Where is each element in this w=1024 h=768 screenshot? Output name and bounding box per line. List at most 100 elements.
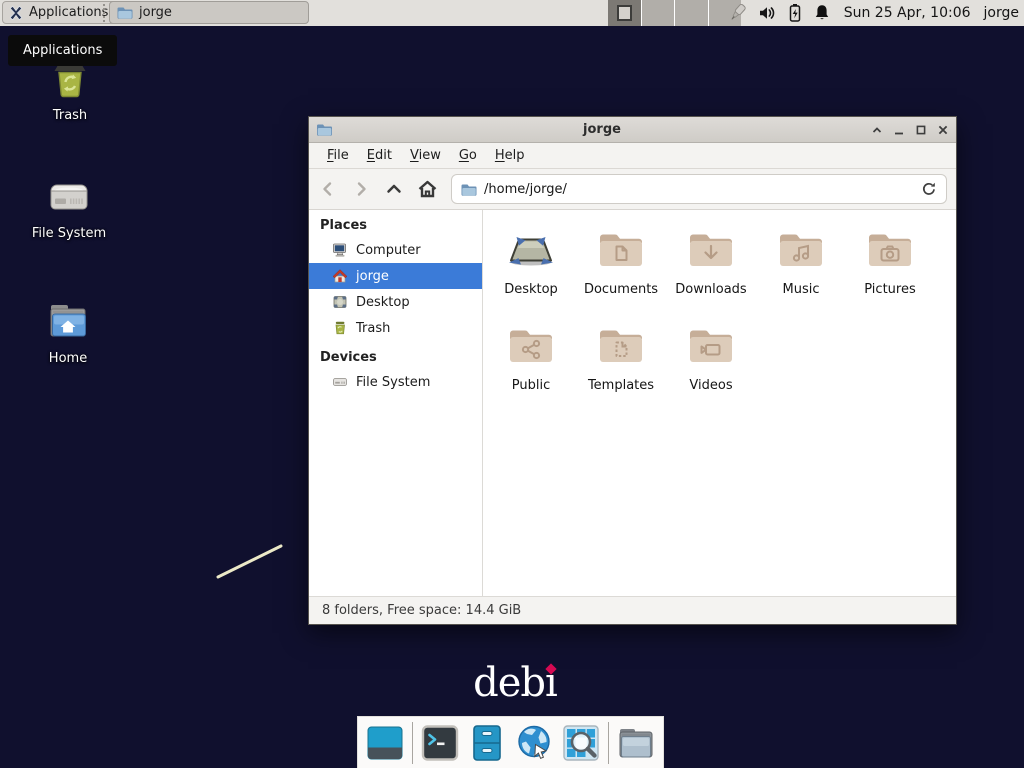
window-title: jorge: [333, 122, 871, 137]
debian-logo-text: deb: [473, 660, 545, 706]
path-text: /home/jorge/: [484, 182, 567, 197]
volume-icon[interactable]: [757, 3, 777, 23]
application-finder-icon[interactable]: [561, 723, 601, 763]
drive-mini-icon: [332, 374, 348, 390]
applications-menu-label: Applications: [29, 5, 108, 20]
sidebar-item-label: Desktop: [356, 295, 410, 310]
folder-item-pictures[interactable]: Pictures: [845, 226, 935, 297]
show-desktop-icon[interactable]: [365, 723, 405, 763]
workspace-1[interactable]: [608, 0, 641, 26]
taskbar-folder-icon: [117, 5, 133, 20]
bell-icon[interactable]: [813, 3, 831, 23]
reload-icon[interactable]: [921, 181, 937, 197]
folder-videos-icon: [687, 322, 735, 370]
session-user-label[interactable]: jorge: [984, 5, 1019, 21]
workspace-2[interactable]: [641, 0, 675, 26]
shade-icon[interactable]: [871, 124, 883, 136]
clock[interactable]: Sun 25 Apr, 10:06: [844, 5, 971, 21]
terminal-icon[interactable]: [420, 723, 460, 763]
folder-item-videos[interactable]: Videos: [666, 322, 756, 393]
top-panel: Applications jorge: [0, 0, 1024, 26]
folder-downloads-icon: [687, 226, 735, 274]
taskbar-window-button[interactable]: jorge: [109, 1, 309, 24]
folder-label: Public: [486, 378, 576, 393]
desktop-trapezoid-icon: [507, 226, 555, 274]
sidebar-item-trash[interactable]: Trash: [309, 315, 482, 341]
forward-icon[interactable]: [351, 179, 371, 199]
workspace-switcher: [608, 0, 741, 26]
applications-menu-button[interactable]: Applications: [2, 1, 117, 24]
sidebar-item-file-system[interactable]: File System: [309, 369, 482, 395]
computer-icon: [332, 242, 348, 258]
folder-templates-icon: [597, 322, 645, 370]
folder-label: Videos: [666, 378, 756, 393]
statusbar-text: 8 folders, Free space: 14.4 GiB: [322, 603, 521, 618]
titlebar[interactable]: jorge: [309, 117, 956, 143]
xfce-logo-icon: [8, 5, 24, 21]
file-view[interactable]: Desktop Documents Downloads: [483, 210, 956, 596]
sidebar-item-label: jorge: [356, 269, 389, 284]
back-icon[interactable]: [318, 179, 338, 199]
sidebar-header-places: Places: [309, 214, 482, 237]
folder-label: Downloads: [666, 282, 756, 297]
house-icon: [332, 268, 348, 284]
folder-item-downloads[interactable]: Downloads: [666, 226, 756, 297]
desktop-icon-label: Home: [22, 351, 114, 366]
menu-edit[interactable]: Edit: [358, 145, 401, 166]
folder-label: Templates: [576, 378, 666, 393]
applications-tooltip: Applications: [8, 35, 117, 66]
sidebar-item-label: File System: [356, 375, 430, 390]
file-cabinet-icon[interactable]: [467, 723, 507, 763]
desktop-icon-home[interactable]: Home: [22, 297, 114, 366]
path-field[interactable]: /home/jorge/: [451, 174, 947, 204]
menubar: File Edit View Go Help: [309, 143, 956, 169]
drive-icon: [45, 172, 93, 220]
window-folder-icon: [316, 122, 333, 137]
web-browser-icon[interactable]: [514, 723, 554, 763]
dock-separator: [412, 722, 413, 764]
folder-item-public[interactable]: Public: [486, 322, 576, 393]
folder-public-icon: [507, 322, 555, 370]
sidebar-item-jorge[interactable]: jorge: [309, 263, 482, 289]
desktop-icon-label: Trash: [24, 108, 116, 123]
desktop-icon-label: File System: [23, 226, 115, 241]
path-folder-icon: [461, 182, 477, 197]
tooltip-text: Applications: [23, 43, 102, 58]
up-icon[interactable]: [384, 179, 404, 199]
maximize-icon[interactable]: [915, 124, 927, 136]
menu-go[interactable]: Go: [450, 145, 486, 166]
close-icon[interactable]: [937, 124, 949, 136]
folder-launcher-icon[interactable]: [616, 723, 656, 763]
toolbar: /home/jorge/: [309, 169, 956, 210]
workspace-window-preview: [617, 5, 632, 21]
folder-label: Desktop: [486, 282, 576, 297]
folder-item-templates[interactable]: Templates: [576, 322, 666, 393]
desktop-mini-icon: [332, 294, 348, 310]
sidebar-item-desktop[interactable]: Desktop: [309, 289, 482, 315]
home-folder-icon: [44, 297, 92, 345]
dock: [357, 716, 664, 768]
folder-item-documents[interactable]: Documents: [576, 226, 666, 297]
desktop-icon-file-system[interactable]: File System: [23, 172, 115, 241]
menu-view[interactable]: View: [401, 145, 450, 166]
workspace-3[interactable]: [674, 0, 708, 26]
folder-label: Music: [756, 282, 846, 297]
sidebar: Places Computer jorge: [309, 210, 483, 596]
pen-tool-icon[interactable]: [726, 2, 748, 24]
folder-label: Pictures: [845, 282, 935, 297]
sidebar-item-label: Computer: [356, 243, 421, 258]
taskbar-window-label: jorge: [139, 5, 172, 20]
sidebar-item-computer[interactable]: Computer: [309, 237, 482, 263]
minimize-icon[interactable]: [893, 124, 905, 136]
home-icon[interactable]: [417, 179, 438, 199]
panel-handle[interactable]: [103, 4, 105, 22]
folder-item-music[interactable]: Music: [756, 226, 846, 297]
menu-file[interactable]: File: [318, 145, 358, 166]
folder-item-desktop[interactable]: Desktop: [486, 226, 576, 297]
file-manager-window: jorge File Edit View Go Help: [308, 116, 957, 625]
folder-label: Documents: [576, 282, 666, 297]
debian-logo-i: ı: [545, 660, 557, 706]
dock-separator: [608, 722, 609, 764]
battery-icon[interactable]: [786, 3, 804, 23]
menu-help[interactable]: Help: [486, 145, 534, 166]
